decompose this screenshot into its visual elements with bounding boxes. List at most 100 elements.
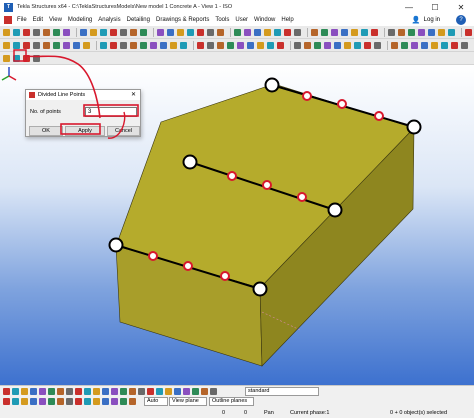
standard-select[interactable]: standard (245, 387, 319, 396)
snap-switch-icon[interactable] (66, 388, 73, 395)
toolbar-button-icon[interactable] (267, 41, 274, 49)
toolbar-button-icon[interactable] (257, 41, 264, 49)
toolbar-button-icon[interactable] (284, 28, 291, 36)
help-icon[interactable]: ? (456, 15, 466, 25)
toolbar-button-icon[interactable] (441, 41, 448, 49)
select-mode-select[interactable]: Auto (144, 397, 168, 406)
close-icon[interactable]: ✕ (131, 91, 136, 98)
menu-detailing[interactable]: Detailing (127, 17, 150, 23)
toolbar-button-icon[interactable] (157, 28, 164, 36)
toolbar-button-icon[interactable] (120, 28, 127, 36)
toolbar-button-icon[interactable] (438, 28, 445, 36)
menu-user[interactable]: User (235, 17, 248, 23)
endpoint-marker[interactable] (108, 237, 124, 253)
toolbar-button-icon[interactable] (100, 28, 107, 36)
toolbar-button-icon[interactable] (461, 41, 468, 49)
menu-help[interactable]: Help (281, 17, 293, 23)
toolbar-button-icon[interactable] (254, 28, 261, 36)
toolbar-button-icon[interactable] (294, 41, 301, 49)
menu-analysis[interactable]: Analysis (98, 17, 120, 23)
menu-drawings-reports[interactable]: Drawings & Reports (156, 17, 209, 23)
toolbar-button-icon[interactable] (83, 41, 90, 49)
view-plane-select[interactable]: View plane (169, 397, 207, 406)
toolbar-button-icon[interactable] (130, 41, 137, 49)
toolbar-button-icon[interactable] (341, 28, 348, 36)
snap-switch-icon[interactable] (174, 388, 181, 395)
toolbar-button-icon[interactable] (187, 28, 194, 36)
toolbar-button-icon[interactable] (274, 28, 281, 36)
menu-tools[interactable]: Tools (215, 17, 229, 23)
toolbar-button-icon[interactable] (110, 41, 117, 49)
snap-switch-icon[interactable] (102, 398, 109, 405)
toolbar-button-icon[interactable] (277, 41, 284, 49)
close-window-button[interactable]: ✕ (448, 0, 474, 14)
toolbar-button-icon[interactable] (418, 28, 425, 36)
snap-switch-icon[interactable] (30, 388, 37, 395)
snap-switch-icon[interactable] (120, 388, 127, 395)
division-point[interactable] (297, 192, 307, 202)
division-point[interactable] (183, 261, 193, 271)
toolbar-button-icon[interactable] (197, 28, 204, 36)
snap-switch-icon[interactable] (84, 398, 91, 405)
toolbar-button-icon[interactable] (331, 28, 338, 36)
snap-switch-icon[interactable] (93, 388, 100, 395)
division-point[interactable] (302, 91, 312, 101)
toolbar-button-icon[interactable] (247, 41, 254, 49)
snap-switch-icon[interactable] (66, 398, 73, 405)
toolbar-button-icon[interactable] (408, 28, 415, 36)
toolbar-button-icon[interactable] (451, 41, 458, 49)
endpoint-marker[interactable] (252, 281, 268, 297)
division-point[interactable] (337, 99, 347, 109)
toolbar-button-icon[interactable] (371, 28, 378, 36)
menu-window[interactable]: Window (254, 17, 275, 23)
division-point[interactable] (220, 271, 230, 281)
toolbar-button-icon[interactable] (428, 28, 435, 36)
minimize-button[interactable]: — (396, 0, 422, 14)
toolbar-button-icon[interactable] (140, 41, 147, 49)
toolbar-button-icon[interactable] (398, 28, 405, 36)
snap-switch-icon[interactable] (129, 388, 136, 395)
toolbar-button-icon[interactable] (364, 41, 371, 49)
snap-switch-icon[interactable] (120, 398, 127, 405)
snap-switch-icon[interactable] (21, 398, 28, 405)
toolbar-button-icon[interactable] (160, 41, 167, 49)
toolbar-button-icon[interactable] (23, 28, 30, 36)
snap-switch-icon[interactable] (57, 388, 64, 395)
snap-switch-icon[interactable] (165, 388, 172, 395)
toolbar-button-icon[interactable] (130, 28, 137, 36)
toolbar-button-icon[interactable] (351, 28, 358, 36)
division-point[interactable] (262, 180, 272, 190)
division-point[interactable] (148, 251, 158, 261)
menu-edit[interactable]: Edit (33, 17, 43, 23)
snap-switch-icon[interactable] (12, 388, 19, 395)
toolbar-button-icon[interactable] (33, 28, 40, 36)
snap-switch-icon[interactable] (102, 388, 109, 395)
snap-switch-icon[interactable] (39, 398, 46, 405)
toolbar-button-icon[interactable] (264, 28, 271, 36)
snap-switch-icon[interactable] (84, 388, 91, 395)
snap-switch-icon[interactable] (48, 388, 55, 395)
toolbar-button-icon[interactable] (13, 28, 20, 36)
toolbar-button-icon[interactable] (311, 28, 318, 36)
toolbar-button-icon[interactable] (324, 41, 331, 49)
toolbar-button-icon[interactable] (3, 41, 10, 49)
toolbar-button-icon[interactable] (207, 28, 214, 36)
endpoint-marker[interactable] (327, 202, 343, 218)
ok-button[interactable]: OK (29, 126, 63, 136)
snap-switch-icon[interactable] (156, 388, 163, 395)
toolbar-button-icon[interactable] (150, 41, 157, 49)
snap-switch-icon[interactable] (129, 398, 136, 405)
snap-switch-icon[interactable] (147, 388, 154, 395)
toolbar-button-icon[interactable] (244, 28, 251, 36)
toolbar-button-icon[interactable] (63, 28, 70, 36)
toolbar-button-icon[interactable] (197, 41, 204, 49)
toolbar-button-icon[interactable] (465, 28, 472, 36)
snap-switch-icon[interactable] (30, 398, 37, 405)
toolbar-button-icon[interactable] (33, 41, 40, 49)
toolbar-button-icon[interactable] (167, 28, 174, 36)
toolbar-button-icon[interactable] (354, 41, 361, 49)
toolbar-button-icon[interactable] (391, 41, 398, 49)
login-button[interactable]: 👤 Log in (412, 14, 440, 26)
toolbar-button-icon[interactable] (334, 41, 341, 49)
toolbar-button-icon[interactable] (314, 41, 321, 49)
